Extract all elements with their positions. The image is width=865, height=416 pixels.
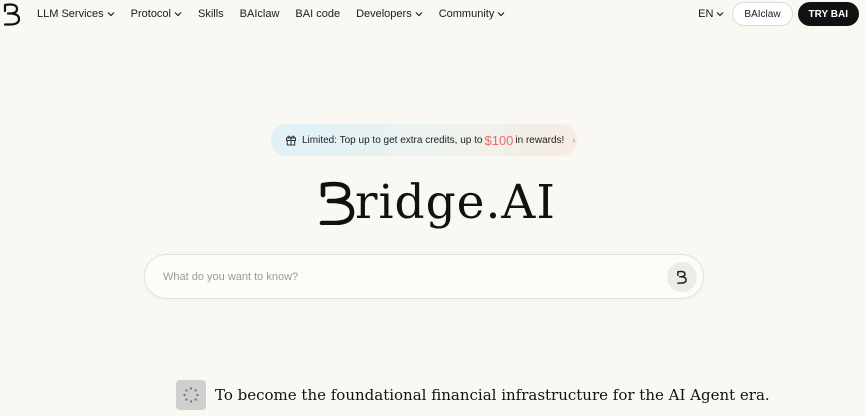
nav-community[interactable]: Community — [439, 8, 506, 20]
nav-right: EN BAIclaw TRY BAI — [698, 2, 859, 26]
nav-bai-code-label: BAI code — [295, 8, 341, 20]
top-nav: LLM Services Protocol Skills BAIclaw BAI… — [0, 0, 865, 28]
brand-text: ridge.AI — [355, 175, 556, 230]
nav-bai-code[interactable]: BAI code — [295, 8, 340, 20]
brand-wordmark: ridge.AI — [318, 173, 556, 233]
mission-text: To become the foundational financial inf… — [215, 386, 770, 404]
chevron-down-icon — [497, 12, 505, 17]
search-input[interactable] — [163, 255, 643, 298]
page: LLM Services Protocol Skills BAIclaw BAI… — [0, 0, 865, 416]
nav-developers-label: Developers — [356, 8, 412, 20]
search-submit-button[interactable] — [667, 262, 697, 292]
chevron-down-icon — [174, 12, 182, 17]
nav-llm-services[interactable]: LLM Services — [37, 8, 115, 20]
loading-spinner-icon — [176, 380, 206, 410]
nav-baiclaw-label: BAIclaw — [239, 8, 280, 20]
chevron-down-icon — [716, 12, 724, 17]
search-box — [144, 254, 704, 299]
bridge-logo-icon — [319, 181, 355, 225]
language-selector[interactable]: EN — [698, 8, 724, 20]
promo-banner[interactable]: Limited: Top up to get extra credits, up… — [271, 124, 577, 156]
baiclaw-button[interactable]: BAIclaw — [732, 2, 793, 26]
promo-amount: $100 — [484, 132, 514, 148]
promo-text-after: in rewards! — [515, 134, 565, 146]
nav-developers[interactable]: Developers — [356, 8, 423, 20]
chevron-right-icon: › — [572, 135, 576, 145]
promo-text: Limited: Top up to get extra credits, up… — [302, 134, 483, 146]
gift-icon — [286, 135, 296, 146]
nav-protocol-label: Protocol — [130, 8, 171, 20]
nav-community-label: Community — [438, 8, 495, 20]
bridge-logo-icon — [677, 270, 687, 284]
mission-statement: To become the foundational financial inf… — [176, 380, 770, 410]
try-bai-button[interactable]: TRY BAI — [797, 2, 859, 26]
nav-links: LLM Services Protocol Skills BAIclaw BAI… — [37, 0, 521, 28]
nav-baiclaw[interactable]: BAIclaw — [240, 8, 280, 20]
language-label: EN — [698, 8, 714, 20]
chevron-down-icon — [107, 12, 115, 17]
chevron-down-icon — [415, 12, 423, 17]
nav-llm-services-label: LLM Services — [37, 8, 104, 20]
bridge-logo-icon[interactable] — [2, 2, 22, 26]
nav-skills-label: Skills — [198, 8, 224, 20]
nav-protocol[interactable]: Protocol — [131, 8, 182, 20]
nav-skills[interactable]: Skills — [198, 8, 224, 20]
